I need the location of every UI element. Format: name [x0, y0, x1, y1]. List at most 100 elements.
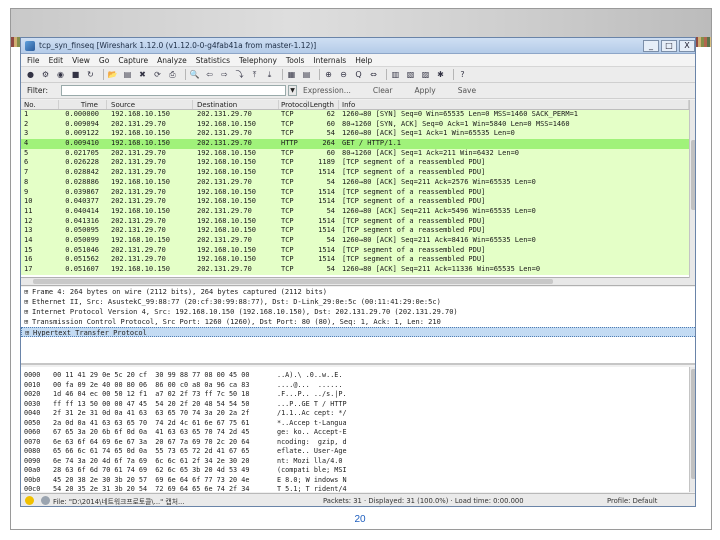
go-forward-icon[interactable]: ⇨ [219, 69, 230, 80]
go-last-icon[interactable]: ⤓ [264, 69, 275, 80]
close-button[interactable]: X [679, 39, 695, 52]
column-header-info[interactable]: Info [339, 100, 689, 109]
find-packet-icon[interactable]: 🔍 [189, 69, 200, 80]
capture-comments-icon[interactable] [41, 496, 50, 505]
zoom-in-icon[interactable]: ⊕ [323, 69, 334, 80]
go-back-icon[interactable]: ⇦ [204, 69, 215, 80]
packet-list-horizontal-scrollbar[interactable] [21, 278, 695, 286]
status-profile[interactable]: Profile: Default [607, 497, 695, 505]
print-icon[interactable]: ⎙ [167, 69, 178, 80]
maximize-button[interactable]: □ [661, 39, 677, 52]
minimize-button[interactable]: _ [643, 39, 659, 52]
capture-filters-icon[interactable]: ▥ [390, 69, 401, 80]
detail-tree-item[interactable]: ⊞ Transmission Control Protocol, Src Port… [21, 317, 695, 327]
column-header-source[interactable]: Source [107, 100, 193, 109]
table-row[interactable]: 12 0.041316 202.131.29.70 192.168.10.150 TCP… [21, 216, 689, 227]
hex-row[interactable]: 0030 ff ff 13 50 00 00 47 45 54 20 2f 20 … [21, 400, 689, 410]
expand-icon[interactable]: ⊞ [25, 328, 33, 336]
zoom-out-icon[interactable]: ⊖ [338, 69, 349, 80]
expand-icon[interactable]: ⊞ [24, 287, 32, 297]
menu-tools[interactable]: Tools [286, 56, 304, 65]
table-row[interactable]: 9 0.039867 202.131.29.70 192.168.10.150 TCP 1… [21, 187, 689, 198]
scrollbar-thumb[interactable] [33, 279, 553, 284]
menu-go[interactable]: Go [99, 56, 109, 65]
hex-row[interactable]: 0020 1d 46 04 ec 00 50 12 f1 a7 02 2f 73 … [21, 390, 689, 400]
column-header-protocol[interactable]: Protocol [279, 100, 309, 109]
menu-file[interactable]: File [27, 56, 40, 65]
apply-button[interactable]: Apply [415, 86, 436, 95]
table-row[interactable]: 10 0.040377 202.131.29.70 192.168.10.150 TCP… [21, 197, 689, 207]
menu-telephony[interactable]: Telephony [239, 56, 277, 65]
column-header-time[interactable]: Time [59, 100, 107, 109]
preferences-icon[interactable]: ✱ [435, 69, 446, 80]
table-row[interactable]: 14 0.050099 192.168.10.150 202.131.29.70 TCP… [21, 235, 689, 246]
menu-help[interactable]: Help [355, 56, 372, 65]
go-first-icon[interactable]: ⤒ [249, 69, 260, 80]
start-capture-icon[interactable]: ◉ [55, 69, 66, 80]
detail-tree-item[interactable]: ⊞ Internet Protocol Version 4, Src: 192.1… [21, 307, 695, 317]
table-row[interactable]: 5 0.021705 202.131.29.70 192.168.10.150 TCP 6… [21, 148, 689, 159]
menu-edit[interactable]: Edit [49, 56, 64, 65]
table-row[interactable]: 8 0.028886 192.168.10.150 202.131.29.70 TCP 5… [21, 177, 689, 188]
table-row[interactable]: 3 0.009122 192.168.10.150 202.131.29.70 TCP 5… [21, 129, 689, 140]
packet-bytes-scrollbar[interactable] [689, 367, 695, 492]
expert-info-icon[interactable] [25, 496, 34, 505]
table-row[interactable]: 2 0.009094 202.131.29.70 192.168.10.150 TCP 6… [21, 119, 689, 130]
hex-row[interactable]: 0090 6e 74 3a 20 4d 6f 7a 69 6c 6c 61 2f … [21, 457, 689, 467]
column-header-no[interactable]: No. [21, 100, 59, 109]
scrollbar-thumb[interactable] [691, 369, 695, 479]
restart-capture-icon[interactable]: ↻ [85, 69, 96, 80]
table-row[interactable]: 15 0.051046 202.131.29.70 192.168.10.150 TCP… [21, 245, 689, 256]
table-row[interactable]: 16 0.051562 202.131.29.70 192.168.10.150 TCP… [21, 255, 689, 265]
table-row[interactable]: 7 0.028842 202.131.29.70 192.168.10.150 TCP 1… [21, 168, 689, 178]
filter-dropdown-icon[interactable]: ▼ [288, 85, 297, 96]
menu-view[interactable]: View [72, 56, 90, 65]
colorize-icon[interactable]: ▦ [286, 69, 297, 80]
hex-row[interactable]: 0060 67 65 3a 20 6b 6f 0d 0a 41 63 63 65 … [21, 428, 689, 438]
column-header-length[interactable]: Length [307, 100, 339, 109]
menu-analyze[interactable]: Analyze [157, 56, 187, 65]
table-row[interactable]: 17 0.051607 192.168.10.150 202.131.29.70 TCP… [21, 265, 689, 275]
filter-input[interactable] [61, 85, 286, 96]
table-row[interactable]: 13 0.050095 202.131.29.70 192.168.10.150 TCP… [21, 226, 689, 236]
column-header-destination[interactable]: Destination [193, 100, 279, 109]
table-row[interactable]: 6 0.026228 202.131.29.70 192.168.10.150 TCP 1… [21, 158, 689, 169]
hex-row[interactable]: 00b0 45 20 38 2e 30 3b 20 57 69 6e 64 6f … [21, 476, 689, 486]
menu-capture[interactable]: Capture [118, 56, 148, 65]
packet-list-scrollbar[interactable] [689, 100, 695, 278]
hex-row[interactable]: 0070 6e 63 6f 64 69 6e 67 3a 20 67 7a 69 … [21, 438, 689, 448]
help-icon[interactable]: ? [457, 69, 468, 80]
detail-tree-item[interactable]: ⊞ Frame 4: 264 bytes on wire (2112 bits),… [21, 287, 695, 297]
resize-columns-icon[interactable]: ⇔ [368, 69, 379, 80]
expand-icon[interactable]: ⊞ [24, 297, 32, 307]
hex-row[interactable]: 0080 65 66 6c 61 74 65 0d 0a 55 73 65 72 … [21, 447, 689, 457]
hex-row[interactable]: 0010 00 fa 09 2e 40 00 80 06 86 00 c0 a8 … [21, 381, 689, 391]
scrollbar-thumb[interactable] [691, 140, 695, 210]
table-row[interactable]: 1 0.000000 192.168.10.150 202.131.29.70 TCP 6… [21, 110, 689, 120]
hex-row[interactable]: 0000 00 11 41 29 0e 5c 20 cf 30 99 88 77 … [21, 371, 689, 381]
save-filter-button[interactable]: Save [458, 86, 476, 95]
close-file-icon[interactable]: ✖ [137, 69, 148, 80]
go-to-packet-icon[interactable]: ⤵ [234, 69, 245, 80]
hex-row[interactable]: 00c0 54 20 35 2e 31 3b 20 54 72 69 64 65 … [21, 485, 689, 492]
expression-button[interactable]: Expression... [303, 86, 351, 95]
table-row[interactable]: 11 0.040414 192.168.10.150 202.131.29.70 TCP… [21, 206, 689, 217]
capture-options-icon[interactable]: ⚙ [40, 69, 51, 80]
menu-statistics[interactable]: Statistics [196, 56, 230, 65]
hex-row[interactable]: 0050 2a 0d 0a 41 63 63 65 70 74 2d 4c 61 … [21, 419, 689, 429]
table-row[interactable]: 4 0.009410 192.168.10.150 202.131.29.70 HTTP… [21, 139, 689, 149]
open-file-icon[interactable]: 📂 [107, 69, 118, 80]
detail-tree-item[interactable]: ⊞ Hypertext Transfer Protocol [21, 327, 695, 337]
clear-button[interactable]: Clear [373, 86, 393, 95]
reload-icon[interactable]: ⟳ [152, 69, 163, 80]
zoom-normal-icon[interactable]: Q [353, 69, 364, 80]
hex-row[interactable]: 0040 2f 31 2e 31 0d 0a 41 63 63 65 70 74 … [21, 409, 689, 419]
save-file-icon[interactable]: ▤ [122, 69, 133, 80]
hex-row[interactable]: 00a0 28 63 6f 6d 70 61 74 69 62 6c 65 3b … [21, 466, 689, 476]
expand-icon[interactable]: ⊞ [24, 317, 32, 327]
autoscroll-icon[interactable]: ▤ [301, 69, 312, 80]
coloring-rules-icon[interactable]: ▨ [420, 69, 431, 80]
interface-list-icon[interactable]: ● [25, 69, 36, 80]
stop-capture-icon[interactable]: ■ [70, 69, 81, 80]
detail-tree-item[interactable]: ⊞ Ethernet II, Src: AsustekC_99:88:77 (20… [21, 297, 695, 307]
